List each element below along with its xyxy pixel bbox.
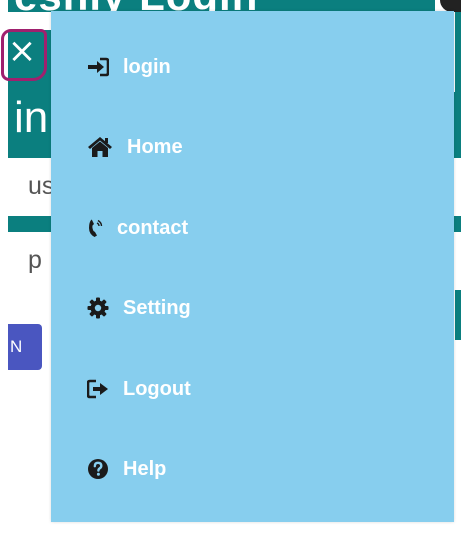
menu-item-label: Setting — [123, 296, 191, 319]
menu-item-help[interactable]: Help — [87, 451, 166, 487]
password-placeholder: p — [28, 246, 42, 274]
gear-icon — [87, 297, 109, 319]
menu-item-home[interactable]: Home — [87, 129, 183, 165]
close-menu-button[interactable]: × — [0, 28, 44, 74]
home-icon — [87, 136, 113, 158]
login-submit-label: N — [10, 337, 23, 356]
sign-out-icon — [87, 378, 109, 400]
menu-item-label: Logout — [123, 377, 191, 400]
close-icon: × — [7, 31, 37, 71]
side-menu: login Home contact Setting Logout Help — [51, 11, 454, 522]
menu-item-label: login — [123, 55, 171, 78]
login-heading: in — [14, 93, 49, 142]
question-circle-icon — [87, 458, 109, 480]
menu-item-contact[interactable]: contact — [87, 210, 188, 246]
login-submit-button[interactable]: N — [8, 324, 42, 370]
menu-item-login[interactable]: login — [87, 49, 171, 85]
menu-item-label: Home — [127, 135, 183, 158]
phone-volume-icon — [87, 217, 105, 239]
menu-item-setting[interactable]: Setting — [87, 290, 191, 326]
sign-in-icon — [87, 56, 109, 78]
menu-item-logout[interactable]: Logout — [87, 371, 191, 407]
menu-item-label: Help — [123, 457, 167, 480]
page: eshly Login × in us p N login — [0, 0, 461, 537]
menu-item-label: contact — [117, 216, 189, 239]
